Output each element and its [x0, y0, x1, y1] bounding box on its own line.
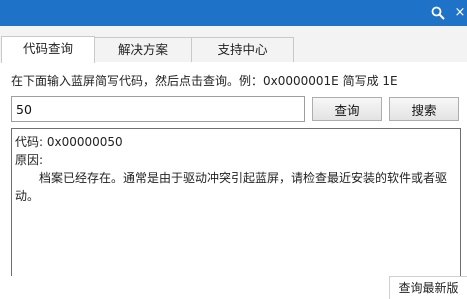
search-icon[interactable] — [427, 0, 449, 26]
close-icon[interactable]: × — [449, 0, 467, 26]
error-code-input[interactable] — [11, 96, 305, 122]
status-bar: 查询最新版 — [0, 276, 467, 299]
result-reason-text: 档案已经存在。通常是由于驱动冲突引起蓝屏，请检查最近安装的软件或者驱动。 — [15, 171, 448, 203]
code-query-panel: 在下面输入蓝屏简写代码，然后点击查询。例：0x0000001E 简写成 1E 查… — [0, 62, 467, 299]
instruction-text: 在下面输入蓝屏简写代码，然后点击查询。例：0x0000001E 简写成 1E — [11, 74, 398, 88]
search-button[interactable]: 搜索 — [389, 97, 459, 121]
query-button[interactable]: 查询 — [312, 97, 382, 121]
tab-solutions[interactable]: 解决方案 — [94, 37, 192, 63]
tab-code-query[interactable]: 代码查询 — [1, 36, 95, 63]
result-text-area[interactable]: 代码: 0x00000050 原因: 档案已经存在。通常是由于驱动冲突引起蓝屏，… — [11, 128, 461, 294]
tab-bar: 代码查询 解决方案 支持中心 — [0, 26, 467, 63]
result-code-line: 代码: 0x00000050 — [15, 135, 123, 149]
result-reason-label: 原因: — [15, 153, 44, 167]
title-bar: × — [0, 0, 467, 26]
check-update-button[interactable]: 查询最新版 — [389, 276, 467, 299]
tab-support-center[interactable]: 支持中心 — [191, 37, 294, 63]
title-bar-controls: × — [427, 0, 467, 26]
